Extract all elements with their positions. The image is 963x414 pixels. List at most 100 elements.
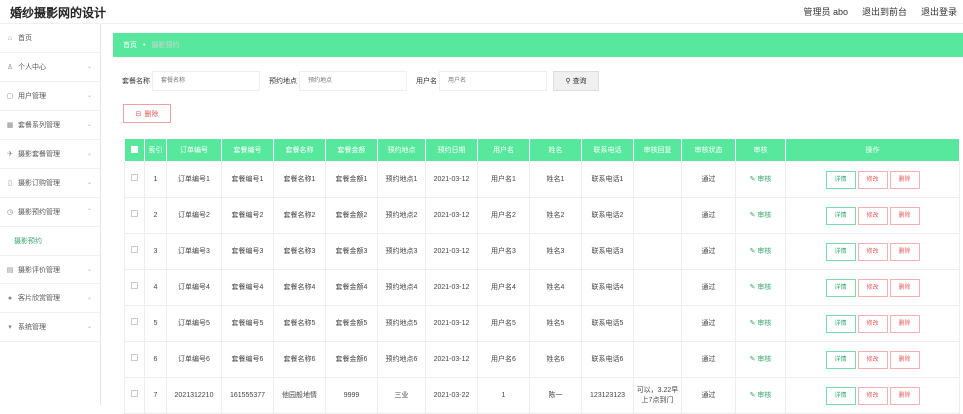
- detail-button[interactable]: 详情: [825, 242, 856, 261]
- breadcrumb-home[interactable]: 首页: [123, 40, 137, 50]
- sidebar-item-label: 摄影预约管理: [18, 209, 60, 216]
- batch-delete-button[interactable]: ⊟ 删除: [123, 104, 171, 123]
- table-cell: 2021-03-12: [425, 197, 478, 234]
- detail-button[interactable]: 详情: [825, 386, 856, 405]
- audit-link[interactable]: ✎ 审核: [735, 305, 786, 342]
- table-cell: 订单编号1: [166, 161, 222, 198]
- table-cell: 套餐编号3: [221, 233, 274, 270]
- sidebar-item-label: 个人中心: [18, 64, 46, 71]
- sidebar-subitem-appointment[interactable]: 摄影预约: [0, 227, 100, 255]
- table-cell: [633, 233, 682, 270]
- row-checkbox[interactable]: [124, 341, 145, 378]
- search-button[interactable]: ⚲ 查询: [553, 71, 599, 91]
- row-actions: 详情 修改 删除: [785, 197, 960, 234]
- sidebar-item-system[interactable]: ▾ 系统管理 ⌄: [0, 313, 100, 342]
- chevron-down-icon: ⌄: [86, 64, 92, 70]
- row-checkbox[interactable]: [124, 197, 145, 234]
- header-actions: 管理员 abo 退出到前台 退出登录: [803, 5, 957, 18]
- audit-link[interactable]: ✎ 审核: [735, 341, 786, 378]
- audit-link[interactable]: ✎ 审核: [735, 161, 786, 198]
- sidebar-item-label: 首页: [18, 35, 32, 42]
- table-cell: 用户名5: [477, 305, 530, 342]
- table-cell: 他园般地情: [273, 377, 326, 414]
- table-cell: [633, 161, 682, 198]
- edit-button[interactable]: 修改: [857, 278, 888, 297]
- edit-icon: ✎: [749, 283, 756, 291]
- table-row: 3 订单编号3 套餐编号3 套餐名称3 套餐金额3 预约地点3 2021-03-12 用户名3…: [124, 233, 960, 270]
- table-cell: 套餐金额2: [325, 197, 378, 234]
- top-bar: 婚纱摄影网的设计 管理员 abo 退出到前台 退出登录: [0, 0, 963, 24]
- back-to-front-link[interactable]: 退出到前台: [862, 5, 907, 18]
- select-all-checkbox[interactable]: [124, 138, 145, 162]
- table-cell: 4: [144, 269, 167, 306]
- edit-button[interactable]: 修改: [857, 206, 888, 225]
- table-cell: 套餐名称2: [273, 197, 326, 234]
- table-cell: 套餐金额5: [325, 305, 378, 342]
- delete-button[interactable]: 删除: [889, 386, 920, 405]
- sidebar-item-series[interactable]: ▦ 套餐系列管理 ⌄: [0, 111, 100, 140]
- batch-delete-label: 删除: [144, 110, 159, 118]
- table-cell: 1: [477, 377, 530, 414]
- audit-link[interactable]: ✎ 审核: [735, 233, 786, 270]
- table-cell: 三业: [377, 377, 426, 414]
- delete-button[interactable]: 删除: [889, 350, 920, 369]
- logout-link[interactable]: 退出登录: [921, 5, 957, 18]
- home-icon: ⌂: [7, 34, 13, 42]
- delete-button[interactable]: 删除: [889, 278, 920, 297]
- row-checkbox[interactable]: [124, 161, 145, 198]
- row-checkbox[interactable]: [124, 377, 145, 414]
- col-header: 审核回复: [633, 138, 682, 162]
- delete-button[interactable]: 删除: [889, 206, 920, 225]
- row-checkbox[interactable]: [124, 269, 145, 306]
- audit-label: 审核: [757, 355, 772, 363]
- col-header: 审核状态: [681, 138, 736, 162]
- edit-button[interactable]: 修改: [857, 350, 888, 369]
- detail-button[interactable]: 详情: [825, 206, 856, 225]
- table-cell: 联系电话6: [581, 341, 634, 378]
- table-cell: 预约地点4: [377, 269, 426, 306]
- sidebar-item-packages[interactable]: ✈ 摄影套餐管理 ⌄: [0, 140, 100, 169]
- table-cell: 姓名3: [529, 233, 582, 270]
- detail-button[interactable]: 详情: [825, 350, 856, 369]
- sidebar-item-gallery[interactable]: ● 客片欣赏管理 ⌄: [0, 284, 100, 313]
- sidebar-item-label: 系统管理: [18, 324, 46, 331]
- row-checkbox[interactable]: [124, 233, 145, 270]
- detail-button[interactable]: 详情: [825, 170, 856, 189]
- edit-icon: ✎: [749, 247, 756, 255]
- row-actions: 详情 修改 删除: [785, 269, 960, 306]
- audit-link[interactable]: ✎ 审核: [735, 269, 786, 306]
- location-input[interactable]: [299, 71, 407, 91]
- sidebar-item-orders[interactable]: ▯ 摄影订购管理 ⌄: [0, 169, 100, 198]
- table-cell: [633, 341, 682, 378]
- audit-label: 审核: [757, 391, 772, 399]
- sidebar-item-reviews[interactable]: ▤ 摄影评价管理 ⌄: [0, 255, 100, 284]
- edit-button[interactable]: 修改: [857, 170, 888, 189]
- edit-button[interactable]: 修改: [857, 386, 888, 405]
- settings-icon: ▾: [8, 324, 12, 331]
- table-cell: 联系电话4: [581, 269, 634, 306]
- delete-button[interactable]: 删除: [889, 314, 920, 333]
- edit-button[interactable]: 修改: [857, 314, 888, 333]
- detail-button[interactable]: 详情: [825, 278, 856, 297]
- table-cell: 2021-03-12: [425, 269, 478, 306]
- table-cell: 订单编号5: [166, 305, 222, 342]
- delete-button[interactable]: 删除: [889, 170, 920, 189]
- delete-button[interactable]: 删除: [889, 242, 920, 261]
- table-row: 1 订单编号1 套餐编号1 套餐名称1 套餐金额1 预约地点1 2021-03-12 用户名1…: [124, 161, 960, 198]
- table-cell: 用户名4: [477, 269, 530, 306]
- sidebar-item-appointments[interactable]: ◷ 摄影预约管理 ⌃: [0, 198, 100, 227]
- table-cell: 通过: [681, 341, 736, 378]
- sidebar-item-profile[interactable]: ♙ 个人中心 ⌄: [0, 53, 100, 82]
- sidebar-item-users[interactable]: ▢ 用户管理 ⌄: [0, 82, 100, 111]
- detail-button[interactable]: 详情: [825, 314, 856, 333]
- edit-icon: ✎: [749, 175, 756, 183]
- audit-link[interactable]: ✎ 审核: [735, 377, 786, 414]
- table-cell: 预约地点6: [377, 341, 426, 378]
- sidebar-item-home[interactable]: ⌂ 首页: [0, 24, 100, 53]
- username-input[interactable]: [439, 71, 547, 91]
- package-name-input[interactable]: [152, 71, 260, 91]
- row-checkbox[interactable]: [124, 305, 145, 342]
- edit-button[interactable]: 修改: [857, 242, 888, 261]
- audit-link[interactable]: ✎ 审核: [735, 197, 786, 234]
- table-cell: 2021-03-22: [425, 377, 478, 414]
